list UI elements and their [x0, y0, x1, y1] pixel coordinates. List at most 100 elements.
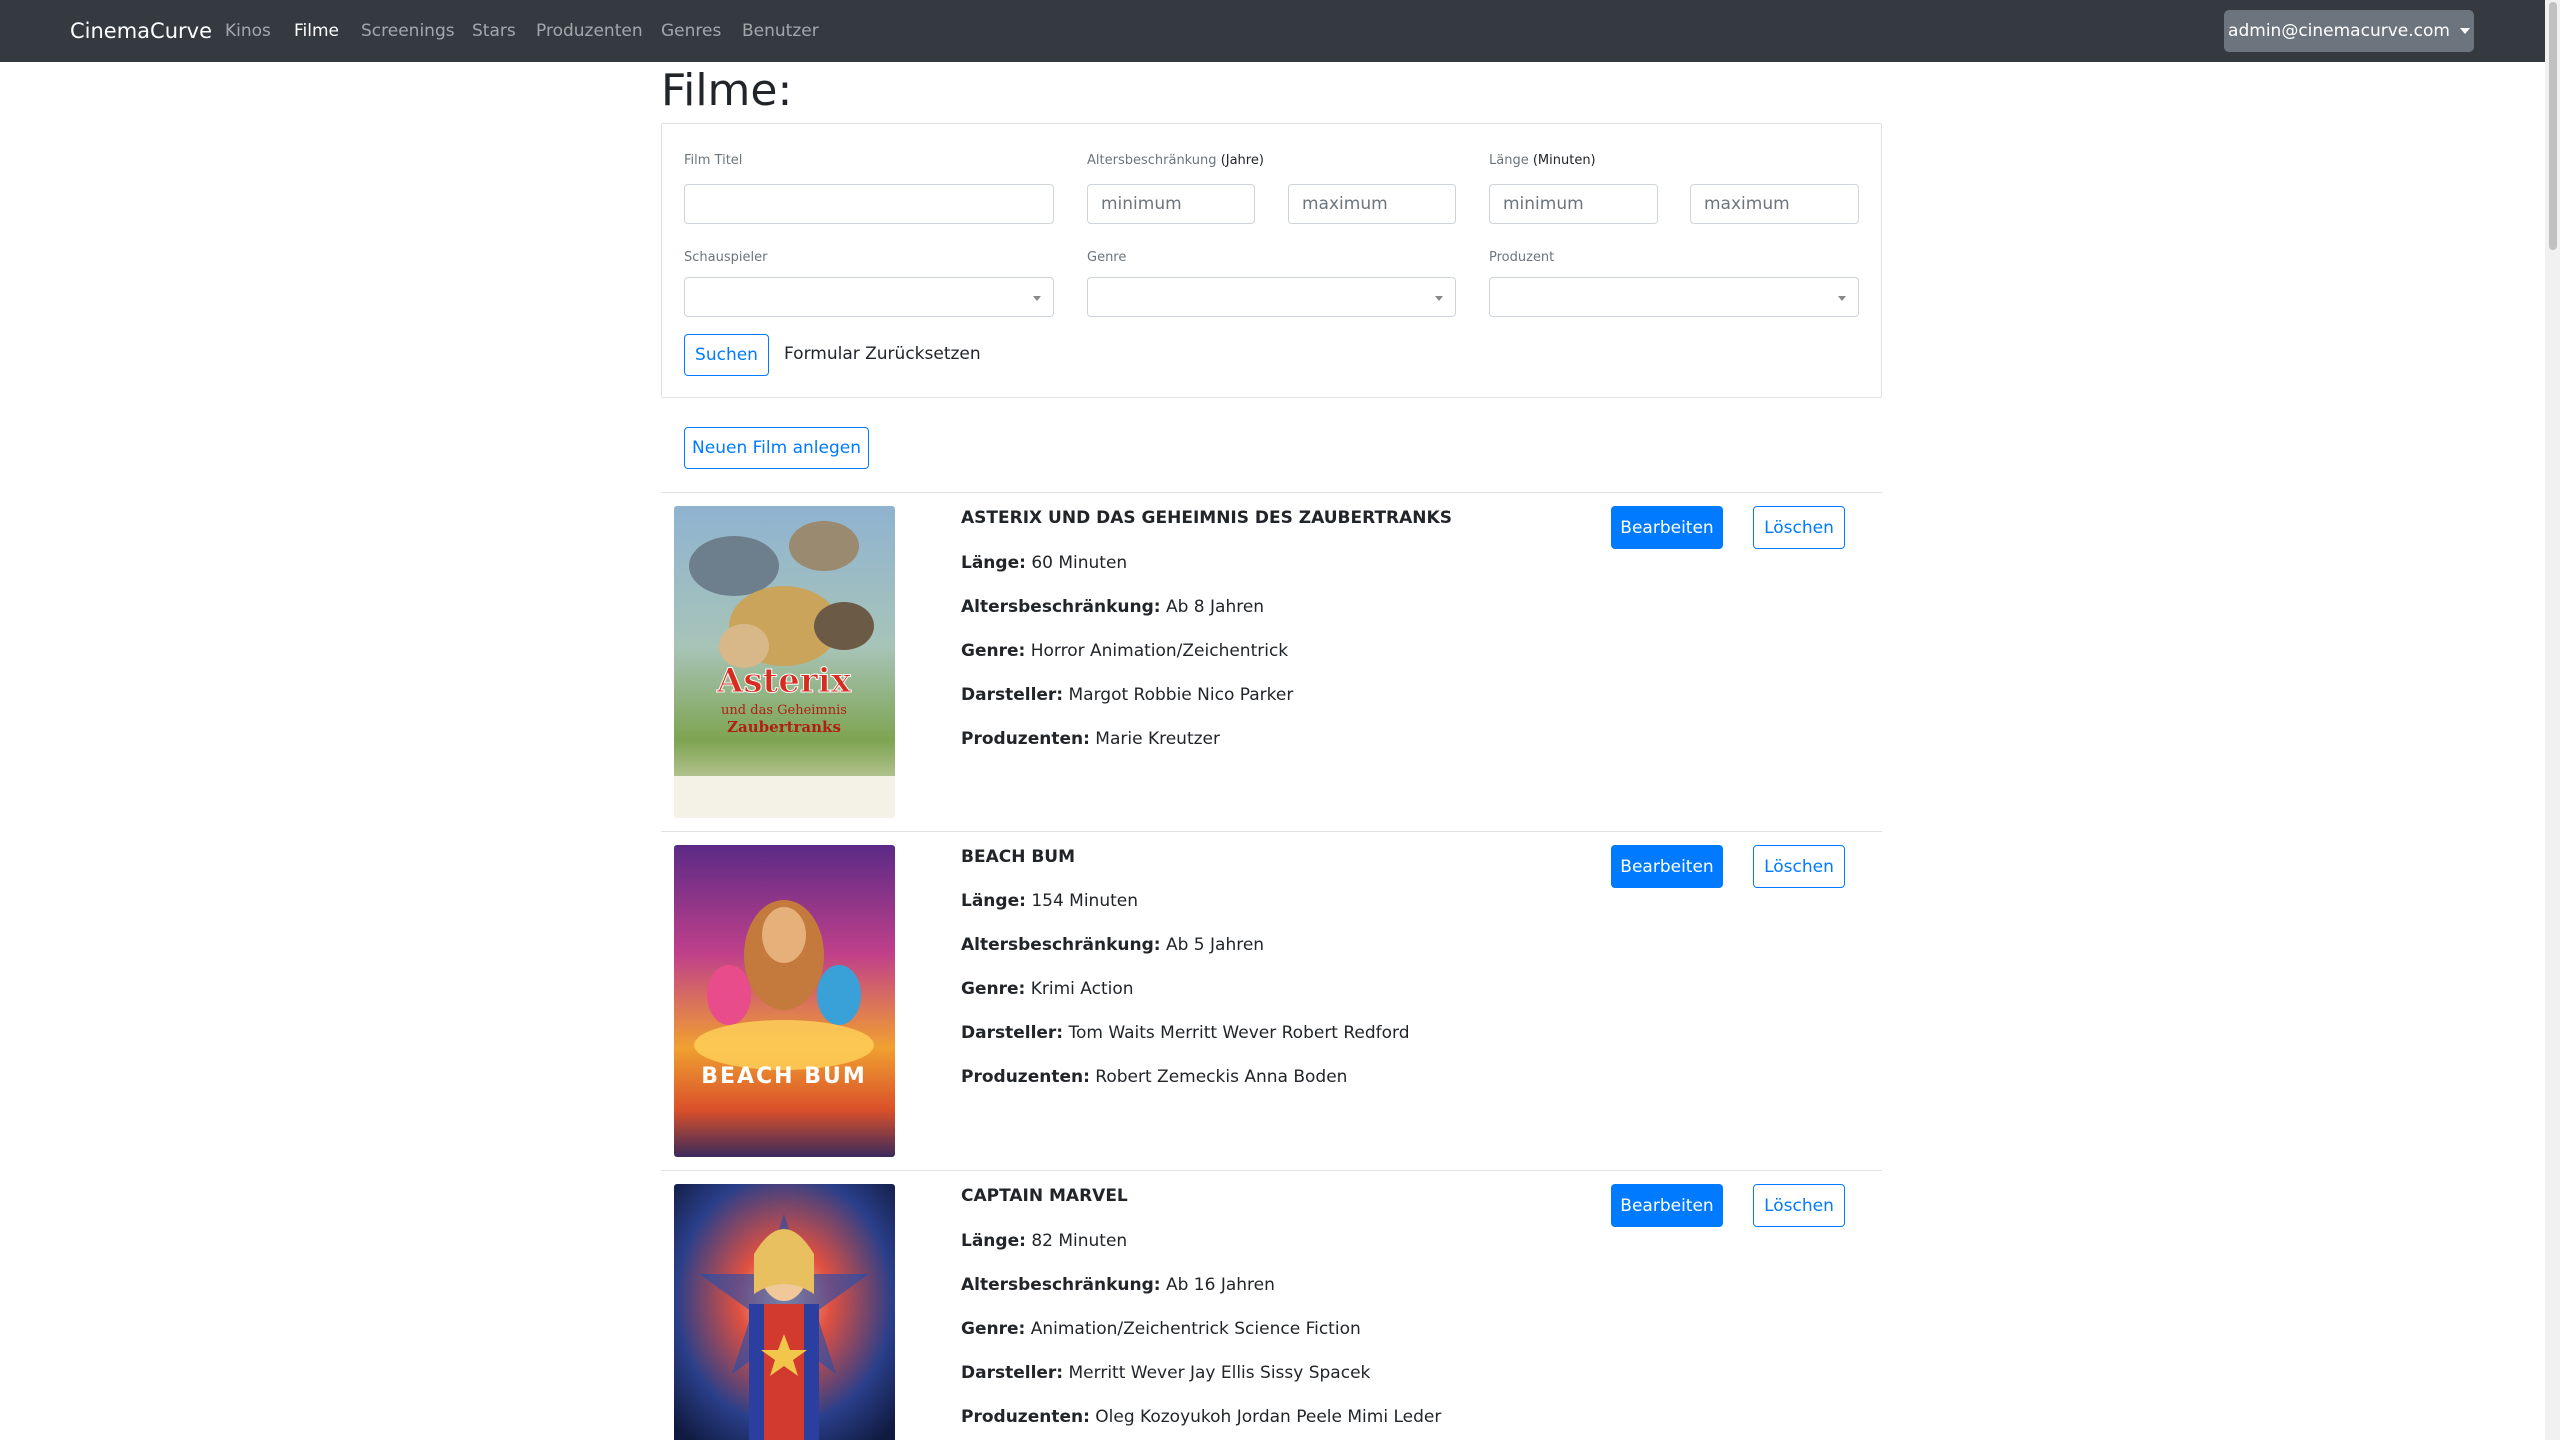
age-value: Ab 16 Jahren	[1165, 1275, 1275, 1295]
movie-poster[interactable]	[674, 1184, 895, 1440]
movie-genre: Genre: Krimi Action	[961, 979, 1134, 999]
movie-cast: Darsteller: Merritt Wever Jay Ellis Siss…	[961, 1363, 1370, 1383]
genre-key: Genre:	[961, 1319, 1026, 1339]
genre-value: Horror Animation/Zeichentrick	[1030, 641, 1289, 661]
row-divider	[661, 492, 1882, 493]
length-label-text: Länge	[1489, 153, 1529, 168]
chevron-down-icon	[1033, 296, 1041, 301]
movie-producers: Produzenten: Oleg Kozoyukoh Jordan Peele…	[961, 1407, 1441, 1427]
age-key: Altersbeschränkung:	[961, 597, 1161, 617]
age-value: Ab 5 Jahren	[1165, 935, 1265, 955]
nav-produzenten[interactable]: Produzenten	[536, 0, 643, 62]
movie-title: ASTERIX UND DAS GEHEIMNIS DES ZAUBERTRAN…	[961, 508, 1452, 528]
movie-title: CAPTAIN MARVEL	[961, 1186, 1128, 1206]
actor-select[interactable]	[684, 277, 1054, 317]
length-unit: (Minuten)	[1532, 153, 1596, 168]
film-title-label: Film Titel	[684, 153, 743, 168]
nav-benutzer[interactable]: Benutzer	[742, 0, 819, 62]
poster-captain-marvel-image	[674, 1184, 895, 1440]
caret-down-icon	[2459, 28, 2470, 34]
age-label: Altersbeschränkung (Jahre)	[1087, 153, 1264, 168]
cast-key: Darsteller:	[961, 685, 1064, 705]
movie-poster[interactable]: BEACH BUM	[674, 845, 895, 1157]
film-title-input[interactable]	[684, 184, 1054, 224]
age-label-text: Altersbeschränkung	[1087, 153, 1217, 168]
movie-age: Altersbeschränkung: Ab 8 Jahren	[961, 597, 1264, 617]
producer-select[interactable]	[1489, 277, 1859, 317]
search-button[interactable]: Suchen	[684, 334, 769, 376]
movie-age: Altersbeschränkung: Ab 5 Jahren	[961, 935, 1264, 955]
movie-length: Länge: 154 Minuten	[961, 891, 1138, 911]
edit-button[interactable]: Bearbeiten	[1611, 845, 1723, 888]
age-key: Altersbeschränkung:	[961, 1275, 1161, 1295]
scrollbar-thumb[interactable]	[2549, 2, 2557, 250]
user-email: admin@cinemacurve.com	[2228, 21, 2450, 41]
length-value: 154 Minuten	[1031, 891, 1139, 911]
length-max-input[interactable]: maximum	[1690, 184, 1859, 224]
movie-producers: Produzenten: Marie Kreutzer	[961, 729, 1220, 749]
producer-label: Produzent	[1489, 250, 1555, 265]
movie-producers: Produzenten: Robert Zemeckis Anna Boden	[961, 1067, 1347, 1087]
nav-genres[interactable]: Genres	[661, 0, 721, 62]
chevron-down-icon	[1838, 296, 1846, 301]
genre-key: Genre:	[961, 641, 1026, 661]
age-unit: (Jahre)	[1220, 153, 1264, 168]
producers-value: Marie Kreutzer	[1095, 729, 1220, 749]
genre-key: Genre:	[961, 979, 1026, 999]
genre-select[interactable]	[1087, 277, 1456, 317]
length-value: 82 Minuten	[1031, 1231, 1128, 1251]
svg-text:Zaubertranks: Zaubertranks	[727, 718, 841, 736]
producers-key: Produzenten:	[961, 1407, 1090, 1427]
cast-key: Darsteller:	[961, 1363, 1064, 1383]
movie-cast: Darsteller: Margot Robbie Nico Parker	[961, 685, 1293, 705]
movie-poster[interactable]: Asterix und das Geheimnis Zaubertranks	[674, 506, 895, 818]
genre-value: Animation/Zeichentrick Science Fiction	[1030, 1319, 1361, 1339]
cast-key: Darsteller:	[961, 1023, 1064, 1043]
nav-kinos[interactable]: Kinos	[225, 0, 271, 62]
row-divider	[661, 831, 1882, 832]
movie-length: Länge: 82 Minuten	[961, 1231, 1127, 1251]
nav-screenings[interactable]: Screenings	[361, 0, 455, 62]
svg-text:und das Geheimnis: und das Geheimnis	[721, 703, 847, 718]
user-menu-button[interactable]: admin@cinemacurve.com	[2224, 10, 2474, 52]
movie-cast: Darsteller: Tom Waits Merritt Wever Robe…	[961, 1023, 1410, 1043]
cast-value: Margot Robbie Nico Parker	[1068, 685, 1294, 705]
movie-genre: Genre: Horror Animation/Zeichentrick	[961, 641, 1288, 661]
producers-value: Oleg Kozoyukoh Jordan Peele Mimi Leder	[1095, 1407, 1442, 1427]
edit-button[interactable]: Bearbeiten	[1611, 1184, 1723, 1227]
length-label: Länge (Minuten)	[1489, 153, 1596, 168]
edit-button[interactable]: Bearbeiten	[1611, 506, 1723, 549]
delete-button[interactable]: Löschen	[1753, 1184, 1845, 1227]
age-max-input[interactable]: maximum	[1288, 184, 1456, 224]
movie-length: Länge: 60 Minuten	[961, 553, 1127, 573]
row-divider	[661, 1170, 1882, 1171]
top-navbar: CinemaCurve Kinos Filme Screenings Stars…	[0, 0, 2545, 62]
svg-text:BEACH BUM: BEACH BUM	[701, 1064, 867, 1089]
nav-stars[interactable]: Stars	[472, 0, 516, 62]
producers-key: Produzenten:	[961, 729, 1090, 749]
age-min-input[interactable]: minimum	[1087, 184, 1255, 224]
delete-button[interactable]: Löschen	[1753, 506, 1845, 549]
delete-button[interactable]: Löschen	[1753, 845, 1845, 888]
chevron-down-icon	[1435, 296, 1443, 301]
age-value: Ab 8 Jahren	[1165, 597, 1265, 617]
cast-value: Merritt Wever Jay Ellis Sissy Spacek	[1068, 1363, 1371, 1383]
producers-key: Produzenten:	[961, 1067, 1090, 1087]
length-key: Länge:	[961, 553, 1026, 573]
new-film-button[interactable]: Neuen Film anlegen	[684, 427, 869, 469]
length-value: 60 Minuten	[1031, 553, 1128, 573]
brand-link[interactable]: CinemaCurve	[70, 0, 212, 62]
movie-title: BEACH BUM	[961, 847, 1076, 867]
length-key: Länge:	[961, 1231, 1026, 1251]
producers-value: Robert Zemeckis Anna Boden	[1095, 1067, 1348, 1087]
genre-value: Krimi Action	[1030, 979, 1134, 999]
genre-label: Genre	[1087, 250, 1127, 265]
movie-genre: Genre: Animation/Zeichentrick Science Fi…	[961, 1319, 1361, 1339]
length-min-input[interactable]: minimum	[1489, 184, 1658, 224]
movie-age: Altersbeschränkung: Ab 16 Jahren	[961, 1275, 1275, 1295]
page-title: Filme:	[661, 65, 793, 116]
reset-form-button[interactable]: Formular Zurücksetzen	[784, 344, 981, 364]
actor-label: Schauspieler	[684, 250, 768, 265]
svg-text:Asterix: Asterix	[716, 661, 852, 701]
nav-filme[interactable]: Filme	[294, 0, 339, 62]
